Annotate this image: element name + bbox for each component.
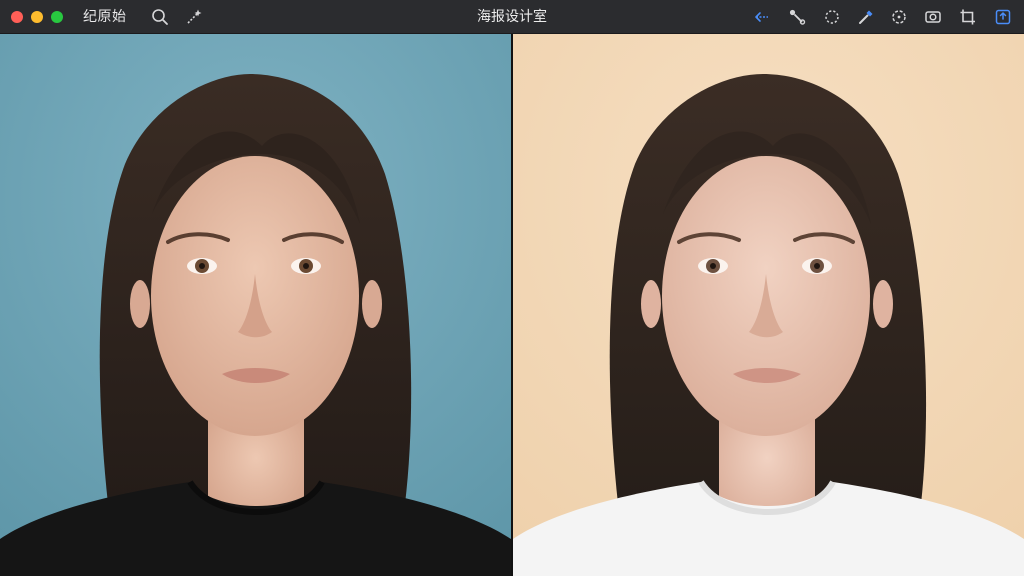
undo-icon[interactable] — [752, 7, 772, 27]
minimize-window-button[interactable] — [31, 11, 43, 23]
edited-portrait-image — [513, 34, 1024, 576]
mask-icon[interactable] — [923, 7, 943, 27]
export-icon[interactable] — [993, 7, 1013, 27]
view-mode-label[interactable]: 纪原始 — [83, 8, 127, 26]
crop-icon[interactable] — [958, 7, 978, 27]
zoom-window-button[interactable] — [51, 11, 63, 23]
comparison-canvas — [0, 34, 1024, 576]
original-portrait-image — [0, 34, 511, 576]
selection-icon[interactable] — [889, 7, 909, 27]
lasso-icon[interactable] — [822, 7, 842, 27]
eyedropper-icon[interactable] — [856, 7, 876, 27]
title-bar: 纪原始 海报设计室 — [0, 0, 1024, 34]
edited-photo-panel[interactable] — [513, 34, 1024, 576]
original-photo-panel[interactable] — [0, 34, 511, 576]
close-window-button[interactable] — [11, 11, 23, 23]
brush-icon[interactable] — [787, 7, 807, 27]
search-icon[interactable] — [150, 7, 170, 27]
magic-wand-icon[interactable] — [184, 7, 204, 27]
